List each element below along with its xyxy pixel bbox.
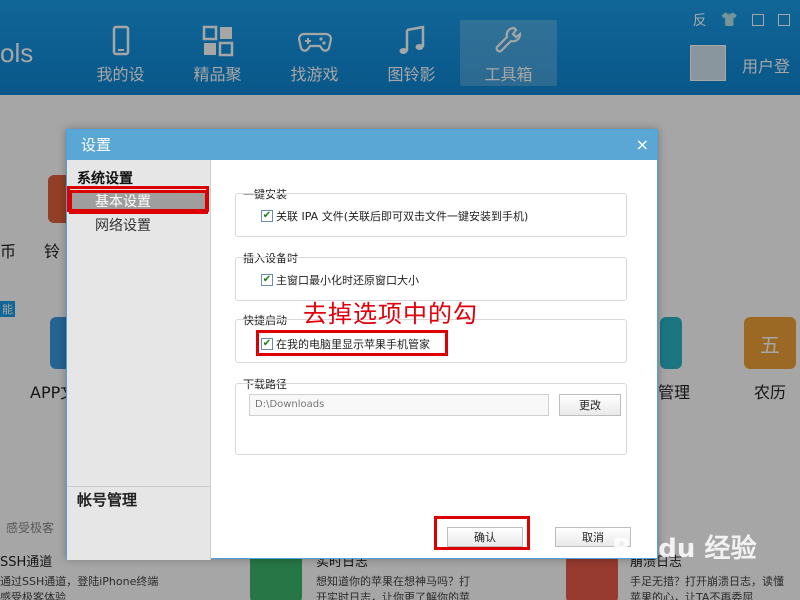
download-path-input[interactable]: D:\Downloads	[249, 394, 549, 416]
dialog-title: 设置	[81, 136, 112, 154]
close-icon[interactable]: ×	[636, 130, 649, 160]
highlight-quick-start-checkbox	[256, 330, 448, 356]
watermark: Baidu 经验	[612, 534, 757, 564]
checkbox-row-restore-window[interactable]: ✔ 主窗口最小化时还原窗口大小	[261, 272, 419, 288]
highlight-confirm-button	[434, 516, 530, 550]
checkbox-restore-window[interactable]: ✔	[261, 274, 273, 286]
sidebar-item-account-management[interactable]: 帐号管理	[67, 486, 210, 512]
tutorial-annotation: 去掉选项中的勾	[303, 300, 478, 328]
checkbox-row-ipa[interactable]: ✔ 关联 IPA 文件(关联后即可双击文件一键安装到手机)	[261, 208, 528, 224]
settings-sidebar: 系统设置 基本设置 网络设置 帐号管理	[67, 160, 211, 560]
change-path-button[interactable]: 更改	[559, 394, 621, 416]
highlight-basic-settings	[67, 186, 209, 212]
dialog-titlebar: 设置 ×	[67, 130, 657, 160]
checkbox-label: 主窗口最小化时还原窗口大小	[276, 274, 419, 287]
checkbox-label: 关联 IPA 文件(关联后即可双击文件一键安装到手机)	[276, 210, 529, 223]
sidebar-item-network-settings[interactable]: 网络设置	[67, 214, 210, 238]
checkbox-ipa-association[interactable]: ✔	[261, 210, 273, 222]
